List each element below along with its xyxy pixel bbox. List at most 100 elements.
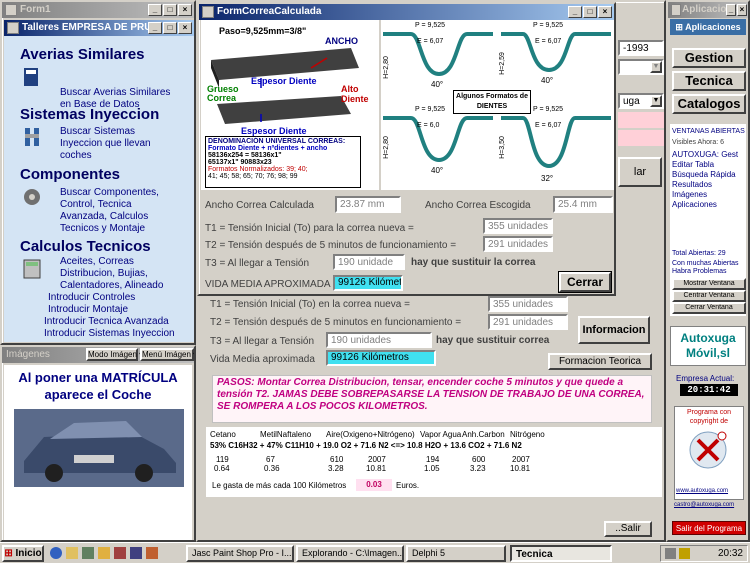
modo-imagen-button[interactable]: Modo Imágen ▾ xyxy=(86,348,143,361)
list-item[interactable]: Búsqueda Rápida xyxy=(672,170,744,180)
informacion-button[interactable]: Informacion xyxy=(578,316,650,344)
dropdown-2[interactable]: uga ▼ xyxy=(618,93,664,109)
app-icon[interactable] xyxy=(114,547,126,559)
row1-cell: 119 xyxy=(216,455,229,464)
link-componentes-3[interactable]: Avanzada, Calculos xyxy=(60,211,148,223)
date-field[interactable]: -1993 xyxy=(618,40,664,56)
dropdown-1[interactable]: ▼ xyxy=(618,59,664,75)
tray-icon[interactable] xyxy=(679,548,690,559)
tec-t3-value: 190 unidades xyxy=(326,332,432,348)
diente-label: Diente xyxy=(341,94,369,104)
url-email[interactable]: castro@autoxuga.com xyxy=(674,502,734,508)
link-componentes-4[interactable]: Tecnicos y Montaje xyxy=(60,223,145,235)
list-item[interactable]: Aplicaciones xyxy=(672,200,744,210)
close-icon[interactable]: × xyxy=(178,22,192,34)
heading-calculos[interactable]: Calculos Tecnicos xyxy=(20,238,151,255)
espesor-label-1: Espesor Diente xyxy=(251,76,317,86)
vida-value: 99126 Kilómet xyxy=(333,275,403,291)
maximize-icon[interactable]: □ xyxy=(583,6,597,18)
link-introducir-sistemas[interactable]: Introducir Sistemas Inyeccion xyxy=(44,328,175,340)
aplicaciones-titlebar[interactable]: Aplicacione _ × xyxy=(668,2,748,18)
list-item[interactable]: Imágenes xyxy=(672,190,744,200)
link-introducir-tecnica[interactable]: Introducir Tecnica Avanzada xyxy=(44,316,169,328)
salir-programa-button[interactable]: Salir del Programa xyxy=(672,521,746,535)
list-item[interactable]: AUTOXUGA: Gest xyxy=(672,150,744,160)
task-tecnica[interactable]: Tecnica xyxy=(510,545,612,562)
ancho-esc-value[interactable]: 25.4 mm xyxy=(553,196,613,213)
media-icon[interactable] xyxy=(130,547,142,559)
link-calculos-1[interactable]: Aceites, Correas xyxy=(60,256,134,268)
url-www[interactable]: www.autoxuga.com xyxy=(676,488,728,494)
gestion-button[interactable]: Gestion xyxy=(672,48,746,68)
profile-3-angle: 40° xyxy=(431,166,444,175)
cerrar-button[interactable]: Cerrar xyxy=(558,271,612,293)
chem-formula: 53% C16H32 + 47% C11H10 + 19.0 O2 + 71.6… xyxy=(210,441,522,450)
imagenes-titlebar[interactable]: Imágenes Modo Imágen ▾ Menú Imágen ▾ xyxy=(2,347,194,363)
injector-icon xyxy=(22,126,42,148)
mostrar-ventana-button[interactable]: Mostrar Ventana xyxy=(672,278,746,290)
correa-titlebar[interactable]: FormCorreaCalculada _ □ × xyxy=(199,4,614,20)
link-calculos-3[interactable]: Calentadores, Alineado xyxy=(60,280,163,292)
paso-label: Paso=9,525mm=3/8" xyxy=(219,26,307,36)
minimize-icon[interactable]: _ xyxy=(148,4,162,16)
ancho-calc-label: Ancho Correa Calculada xyxy=(205,200,314,211)
link-componentes-2[interactable]: Control, Tecnica xyxy=(60,199,132,211)
chevron-down-icon[interactable]: ▼ xyxy=(650,95,662,107)
outlook-icon[interactable] xyxy=(66,547,78,559)
autoxuga-logo: Autoxuga Móvil,sl xyxy=(670,326,746,366)
link-sistemas-1[interactable]: Buscar Sistemas xyxy=(60,126,135,138)
close-icon[interactable]: × xyxy=(178,4,192,16)
salir-button[interactable]: ..Salir xyxy=(604,521,652,537)
maximize-icon[interactable]: □ xyxy=(163,4,177,16)
list-item[interactable]: Resultados xyxy=(672,180,744,190)
menu-imagen-button[interactable]: Menú Imágen ▾ xyxy=(140,348,194,361)
link-averias-1[interactable]: Buscar Averias Similares xyxy=(60,87,170,99)
chem-header-aire: Aire(Oxigeno+Nitrógeno) xyxy=(326,430,415,439)
mail-icon[interactable] xyxy=(146,547,158,559)
link-componentes-1[interactable]: Buscar Componentes, xyxy=(60,187,159,199)
side-button[interactable]: lar xyxy=(618,157,662,187)
heading-componentes[interactable]: Componentes xyxy=(20,166,120,183)
aplicaciones-header[interactable]: ⊞ Aplicaciones xyxy=(670,19,746,35)
centrar-ventana-button[interactable]: Centrar Ventana xyxy=(672,290,746,302)
tecnica-button[interactable]: Tecnica xyxy=(672,71,746,91)
tec-t1-value: 355 unidades xyxy=(488,296,568,312)
link-introducir-montaje[interactable]: Introducir Montaje xyxy=(48,304,128,316)
list-item[interactable]: Editar Tabla xyxy=(672,160,744,170)
form1-window: Form1 _ □ × Talleres EMPRESA DE PRUE _ □ × A… xyxy=(0,0,196,345)
vida-label: VIDA MEDIA APROXIMADA xyxy=(205,279,331,290)
gasta-label: Le gasta de más cada 100 Kilómetros xyxy=(212,481,347,490)
ventanas-list[interactable]: AUTOXUGA: Gest Editar Tabla Búsqueda Ráp… xyxy=(672,150,744,220)
close-icon[interactable]: × xyxy=(598,6,612,18)
link-introducir-controles[interactable]: Introducir Controles xyxy=(48,292,135,304)
desktop-icon[interactable] xyxy=(82,547,94,559)
t1-label: T1 = Tensión Inicial (To) para la correa… xyxy=(205,223,414,234)
cerrar-ventana-button[interactable]: Cerrar Ventana xyxy=(672,302,746,314)
profile-1-p: P = 9,525 xyxy=(415,22,446,29)
catalogos-button[interactable]: Catalogos xyxy=(672,94,746,114)
task-explorando[interactable]: Explorando - C:\Imagen... xyxy=(296,545,404,562)
ie-icon[interactable] xyxy=(50,547,62,559)
minimize-icon[interactable]: _ xyxy=(726,4,736,16)
tray-icon[interactable] xyxy=(665,548,676,559)
maximize-icon[interactable]: □ xyxy=(163,22,177,34)
chevron-down-icon[interactable]: ▼ xyxy=(650,61,662,73)
form1-title: Form1 xyxy=(20,4,51,15)
form1-titlebar[interactable]: Form1 _ □ × xyxy=(2,2,194,18)
task-delphi[interactable]: Delphi 5 xyxy=(406,545,506,562)
heading-averias[interactable]: Averias Similares xyxy=(20,46,145,63)
close-icon[interactable]: × xyxy=(737,4,747,16)
chem-header-cetano: Cetano xyxy=(210,430,236,439)
minimize-icon[interactable]: _ xyxy=(148,22,162,34)
heading-sistemas[interactable]: Sistemas Inyeccion xyxy=(20,106,159,123)
pink-field-2 xyxy=(618,130,664,146)
link-calculos-2[interactable]: Distribucion, Bujias, xyxy=(60,268,148,280)
link-sistemas-3[interactable]: coches xyxy=(60,150,92,162)
start-button[interactable]: ⊞ Inicio xyxy=(2,545,44,562)
formacion-teorica-button[interactable]: Formacion Teorica xyxy=(548,353,652,370)
minimize-icon[interactable]: _ xyxy=(568,6,582,18)
profile-4-angle: 32° xyxy=(541,174,554,183)
link-sistemas-2[interactable]: Inyeccion que llevan xyxy=(60,138,151,150)
folder-icon[interactable] xyxy=(98,547,110,559)
task-paintshop[interactable]: Jasc Paint Shop Pro - I... xyxy=(186,545,294,562)
